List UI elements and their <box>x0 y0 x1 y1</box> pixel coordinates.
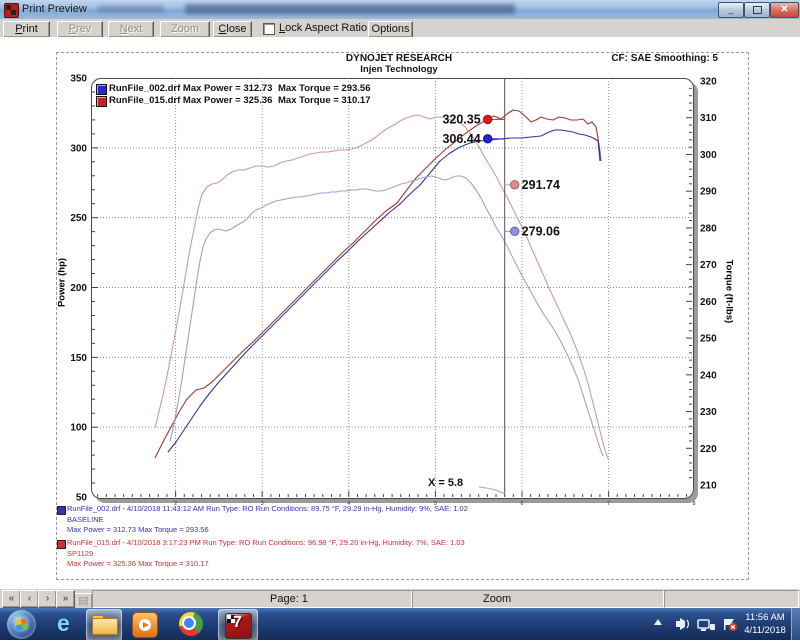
system-tray: 11:56 AM 4/11/2018 <box>648 608 800 640</box>
minimize-button[interactable]: _ <box>718 2 744 18</box>
chart-subtitle: Injen Technology <box>249 64 549 75</box>
taskbar-media-player[interactable] <box>128 609 160 639</box>
run-color-swatch <box>57 540 66 549</box>
tray-time: 11:56 AM <box>736 611 794 624</box>
page-nav-button[interactable]: ‹ <box>20 590 39 608</box>
internet-explorer-icon: e <box>57 610 70 637</box>
taskbar-internet-explorer[interactable]: e <box>50 609 82 639</box>
windows-logo-icon <box>15 618 27 630</box>
lock-aspect-ratio-checkbox[interactable] <box>263 23 275 35</box>
taskbar-winpep[interactable]: 7 <box>218 609 258 641</box>
prev-button[interactable]: Prev <box>57 21 103 38</box>
cursor-x-label: X = 5.8 <box>428 477 463 489</box>
run-info-entry: RunFile_015.drf - 4/10/2018 3:17:23 PM R… <box>57 538 717 570</box>
run-line3: Max Power = 325.36 Max Torque = 310.17 <box>67 559 717 570</box>
print-button[interactable]: Print <box>3 21 50 38</box>
correction-smoothing-text: CF: SAE Smoothing: 5 <box>518 53 718 64</box>
run-info-entry: RunFile_002.drf - 4/10/2018 11:43:12 AM … <box>57 504 717 536</box>
page-nav-button[interactable]: › <box>38 590 57 608</box>
next-button[interactable]: Next <box>108 21 154 38</box>
blurred-title-text <box>98 5 164 13</box>
page-nav-button[interactable]: » <box>56 590 75 608</box>
taskbar: e 7 11:56 AM 4/11/2018 <box>0 608 800 640</box>
run-line2: SP1129 <box>67 549 717 560</box>
tray-date: 4/11/2018 <box>736 624 794 637</box>
taskbar-windows-explorer[interactable] <box>86 609 122 641</box>
legend-swatch <box>96 96 107 107</box>
status-bar: ▤ Page: 1 Zoom «‹›» <box>0 588 800 609</box>
close-window-button[interactable]: ✕ <box>770 2 799 18</box>
network-icon <box>698 620 715 631</box>
zoom-out-button[interactable]: Zoom Out <box>160 21 210 38</box>
show-desktop-button[interactable] <box>791 608 800 640</box>
page-number-text: Page: 1 <box>270 593 308 605</box>
options-button[interactable]: Options <box>368 21 413 38</box>
app-icon <box>4 3 19 18</box>
close-preview-button[interactable]: Close <box>213 21 252 38</box>
chart-title: DYNOJET RESEARCH <box>249 53 549 64</box>
run-line3: Max Power = 312.73 Max Torque = 293.56 <box>67 525 717 536</box>
media-player-icon <box>132 612 158 638</box>
maximize-icon <box>753 6 762 14</box>
y-axis-label-power: Power (hp) <box>57 257 68 309</box>
run-line2: BASELINE <box>67 515 717 526</box>
status-panel-extra <box>664 590 799 608</box>
lock-aspect-ratio-label: Lock Aspect Ratio <box>279 22 367 34</box>
clock[interactable]: 11:56 AM 4/11/2018 <box>736 611 794 637</box>
title-bar: Print Preview _ ✕ <box>0 0 800 20</box>
run-line1: RunFile_015.drf - 4/10/2018 3:17:23 PM R… <box>67 538 717 549</box>
blurred-title-text <box>185 4 515 14</box>
run-color-swatch <box>57 506 66 515</box>
taskbar-chrome[interactable] <box>175 609 207 639</box>
zoom-text: Zoom <box>483 593 511 605</box>
legend-text: RunFile_002.drf Max Power = 312.73 <box>109 83 272 94</box>
maximize-button[interactable] <box>744 2 770 18</box>
window-title: Print Preview <box>22 3 87 15</box>
legend-text: Max Torque = 293.56 <box>278 83 371 94</box>
status-panel-page <box>92 590 412 608</box>
start-button[interactable] <box>7 610 36 639</box>
legend-swatch <box>96 84 107 95</box>
run-line1: RunFile_002.drf - 4/10/2018 11:43:12 AM … <box>67 504 717 515</box>
speaker-icon <box>676 618 689 630</box>
status-panel-zoom <box>412 590 664 608</box>
toolbar: Print Prev Next Zoom Out Close Lock Aspe… <box>0 19 800 38</box>
page-nav-button[interactable]: « <box>2 590 21 608</box>
y-axis-label-torque: Torque (ft-lbs) <box>724 260 735 312</box>
plot-frame <box>91 78 694 499</box>
legend-text: RunFile_015.drf Max Power = 325.36 <box>109 95 272 106</box>
legend-text: Max Torque = 310.17 <box>278 95 371 106</box>
hidden-icons-arrow[interactable] <box>654 619 662 625</box>
